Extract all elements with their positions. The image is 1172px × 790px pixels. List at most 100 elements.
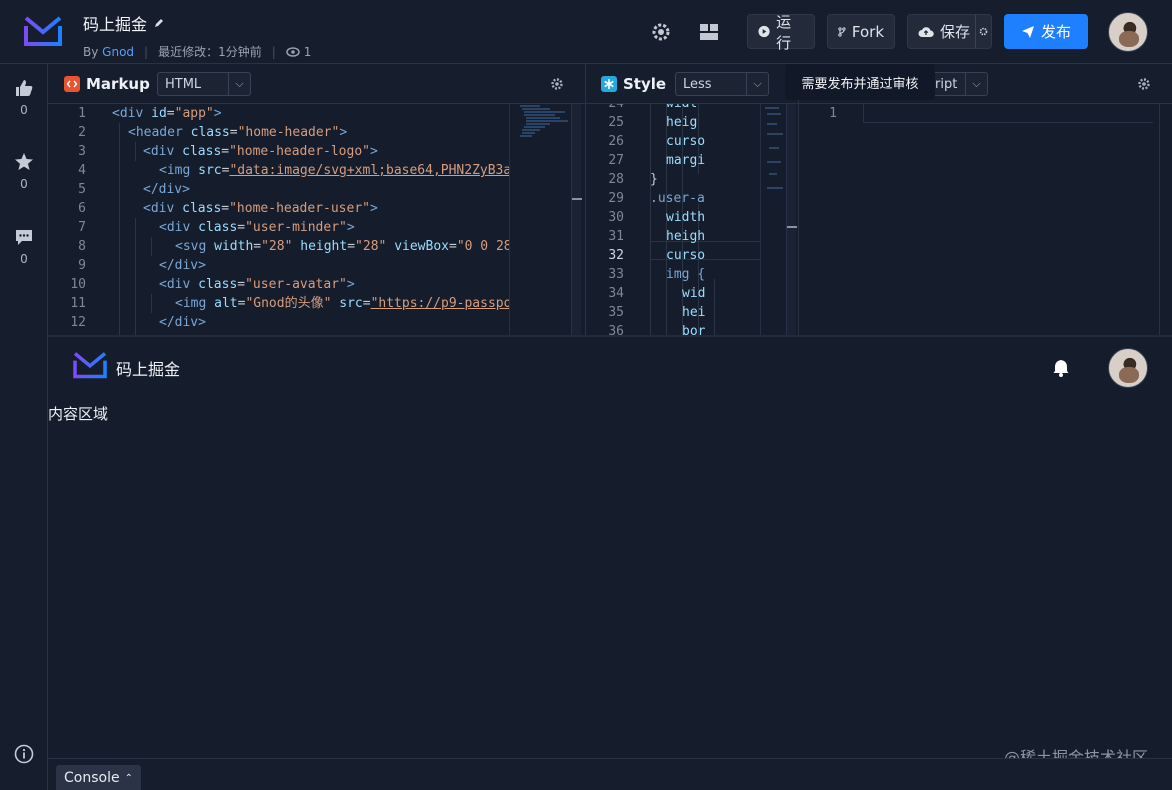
- line-number: 25: [608, 115, 624, 130]
- line-number: 27: [608, 153, 624, 168]
- markup-editor[interactable]: 1 2 3 4 5 6 7 8 9 10 11 12 <div id="app"> <header c…: [48, 104, 585, 336]
- publish-button[interactable]: 发布: [1004, 14, 1088, 49]
- line-number: 30: [608, 210, 624, 225]
- console-label: Console: [64, 770, 120, 786]
- markup-language-select[interactable]: HTML ⌵: [157, 72, 251, 96]
- thumbs-up-icon: [16, 80, 33, 96]
- star-count: 0: [20, 177, 28, 191]
- code-line: <div class="user-avatar">: [159, 277, 355, 292]
- jcode-logo[interactable]: [22, 14, 64, 48]
- style-pane-title: Style: [623, 75, 667, 93]
- meta-divider: |: [144, 44, 149, 59]
- run-button[interactable]: 运行: [747, 13, 815, 52]
- preview-panel: 码上掘金 内容区域: [48, 337, 1172, 758]
- chevron-up-icon: ⌃: [124, 772, 133, 784]
- code-line: <div class="home-header-logo">: [143, 144, 378, 159]
- code-line: </div>: [159, 315, 206, 330]
- style-language-select[interactable]: Less ⌵: [675, 72, 769, 96]
- save-button[interactable]: 保存: [907, 14, 992, 49]
- edit-title-icon[interactable]: [153, 14, 165, 33]
- save-label: 保存: [940, 23, 971, 41]
- like-button[interactable]: 0: [0, 78, 48, 117]
- style-language-value: Less: [683, 76, 712, 92]
- style-icon: [601, 76, 617, 92]
- comment-button[interactable]: 0: [0, 227, 48, 266]
- code-text: width: [666, 210, 706, 225]
- line-number: 29: [608, 191, 624, 206]
- line-number: 34: [608, 286, 624, 301]
- layout-icon[interactable]: [696, 19, 722, 45]
- bottom-bar: Console ⌃: [48, 758, 1172, 790]
- style-scrollbar[interactable]: [786, 104, 797, 336]
- star-button[interactable]: 0: [0, 152, 48, 191]
- code-line: heig: [650, 113, 760, 132]
- line-number: 28: [608, 172, 624, 187]
- settings-icon[interactable]: [648, 19, 674, 45]
- chevron-down-icon: ⌵: [965, 73, 987, 95]
- script-settings-icon[interactable]: [1137, 77, 1151, 91]
- preview-title: 码上掘金: [116, 360, 181, 379]
- console-toggle[interactable]: Console ⌃: [56, 765, 141, 790]
- code-line: .user-a: [650, 189, 760, 208]
- line-number: 6: [78, 201, 86, 216]
- line-number: 4: [78, 163, 86, 178]
- line-number: 10: [70, 277, 86, 292]
- markup-pane-title: Markup: [86, 75, 150, 93]
- code-text: heigh: [666, 229, 706, 244]
- style-minimap[interactable]: [760, 104, 786, 336]
- code-line: width: [650, 208, 760, 227]
- author-line: By Gnod: [83, 45, 134, 59]
- code-text: }: [650, 172, 658, 187]
- style-code[interactable]: widt heig curso margi} .user-a width heigh curs…: [650, 104, 760, 336]
- code-line: </div>: [159, 258, 206, 273]
- cloud-upload-icon: [918, 26, 934, 37]
- send-icon: [1022, 25, 1034, 38]
- code-line: img {: [650, 265, 760, 284]
- comment-count: 0: [20, 252, 28, 266]
- publish-tooltip: 需要发布并通过审核: [785, 64, 935, 100]
- markup-settings-icon[interactable]: [550, 77, 564, 91]
- view-count-value: 1: [303, 44, 312, 59]
- script-editor[interactable]: 1: [798, 104, 1172, 336]
- info-icon[interactable]: [14, 744, 34, 764]
- author-link[interactable]: Gnod: [102, 45, 134, 59]
- preview-avatar[interactable]: [1108, 348, 1148, 388]
- code-line: wid: [650, 284, 760, 303]
- star-icon: [15, 153, 33, 170]
- code-text: wid: [682, 286, 706, 301]
- user-avatar[interactable]: [1108, 12, 1148, 52]
- fork-button[interactable]: Fork: [827, 14, 895, 49]
- script-active-line: [863, 104, 1153, 123]
- code-line: }: [650, 170, 760, 189]
- code-line: </div>: [143, 182, 190, 197]
- code-line: curso: [650, 132, 760, 151]
- code-line: margi: [650, 151, 760, 170]
- line-number: 5: [78, 182, 86, 197]
- code-line: <div class="user-minder">: [159, 220, 355, 235]
- chevron-down-icon: ⌵: [746, 73, 768, 95]
- chevron-down-icon: ⌵: [228, 73, 250, 95]
- style-editor[interactable]: 24 25 26 27 28 29 30 31 32 33 34 35 36 widt heig curso…: [585, 104, 798, 336]
- markup-pane-header: Markup HTML ⌵: [48, 64, 585, 104]
- style-pane-header: Style Less ⌵: [585, 64, 798, 104]
- bell-icon[interactable]: [1051, 358, 1071, 378]
- code-text: img {: [666, 267, 706, 282]
- run-label: 运行: [776, 12, 792, 52]
- code-text: heig: [666, 115, 698, 130]
- markup-language-value: HTML: [165, 76, 202, 92]
- code-text: widt: [666, 104, 697, 111]
- code-line: <div id="app">: [112, 106, 222, 121]
- markup-scrollbar[interactable]: [571, 104, 582, 336]
- markup-minimap[interactable]: [509, 104, 571, 336]
- save-settings-icon[interactable]: [975, 15, 991, 48]
- view-count: 1: [286, 44, 312, 59]
- line-number: 9: [78, 258, 86, 273]
- line-number: 3: [78, 144, 86, 159]
- code-line: <div class="home-header-user">: [143, 201, 378, 216]
- project-title[interactable]: 码上掘金: [83, 11, 147, 35]
- script-line-numbers: 1: [799, 104, 837, 123]
- meta-divider: |: [271, 44, 276, 59]
- line-number: 11: [70, 296, 86, 311]
- line-number: 32: [608, 248, 624, 263]
- markup-code[interactable]: <div id="app"> <header class="home-heade…: [112, 104, 509, 332]
